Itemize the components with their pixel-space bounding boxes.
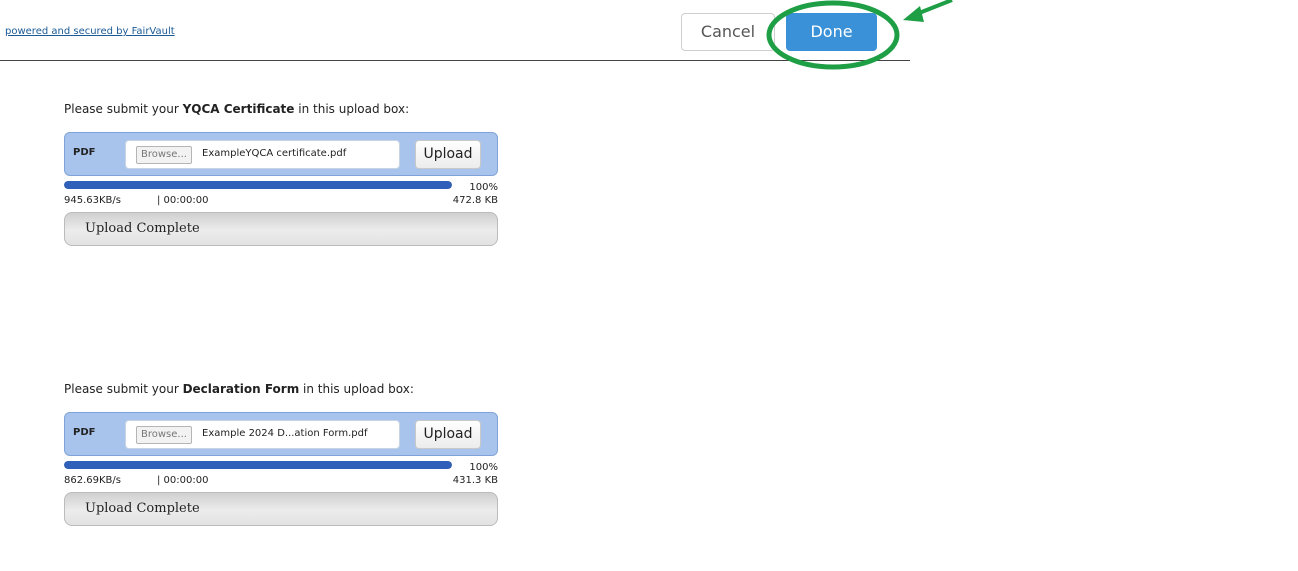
powered-by-link[interactable]: powered and secured by FairVault [5,26,175,37]
progress-bar [64,461,452,469]
selected-file-name: Example 2024 D...ation Form.pdf [202,428,368,439]
upload-prompt: Please submit your Declaration Form in t… [64,382,414,396]
browse-button[interactable]: Browse... [136,146,192,164]
prompt-text: in this upload box: [294,102,410,116]
upload-button[interactable]: Upload [415,140,481,169]
upload-speed: 862.69KB/s [64,475,121,486]
arrow-line [913,0,953,17]
document-name: Declaration Form [182,382,300,396]
upload-status: Upload Complete [64,492,498,526]
selected-file-name: ExampleYQCA certificate.pdf [202,148,347,159]
upload-box: PDF Browse... ExampleYQCA certificate.pd… [64,132,498,176]
file-type-label: PDF [73,147,96,158]
upload-button[interactable]: Upload [415,420,481,449]
arrow-head-icon [903,6,924,22]
progress-percent: 100% [469,182,498,193]
done-button[interactable]: Done [786,13,877,51]
document-name: YQCA Certificate [182,102,295,116]
browse-button[interactable]: Browse... [136,426,192,444]
header-divider [0,60,910,61]
progress-fill [64,461,452,469]
elapsed-time: | 00:00:00 [157,475,209,486]
prompt-text: Please submit your [64,382,183,396]
file-size: 431.3 KB [452,475,498,486]
cancel-button[interactable]: Cancel [681,13,775,51]
prompt-text: Please submit your [64,102,183,116]
progress-fill [64,181,452,189]
upload-prompt: Please submit your YQCA Certificate in t… [64,102,409,116]
progress-bar [64,181,452,189]
page: powered and secured by FairVault Cancel … [0,0,1298,571]
file-input[interactable]: Browse... Example 2024 D...ation Form.pd… [125,420,400,449]
file-type-label: PDF [73,427,96,438]
elapsed-time: | 00:00:00 [157,195,209,206]
upload-status: Upload Complete [64,212,498,246]
file-input[interactable]: Browse... ExampleYQCA certificate.pdf [125,140,400,169]
prompt-text: in this upload box: [299,382,414,396]
upload-box: PDF Browse... Example 2024 D...ation For… [64,412,498,456]
progress-percent: 100% [469,462,498,473]
upload-speed: 945.63KB/s [64,195,121,206]
file-size: 472.8 KB [452,195,498,206]
